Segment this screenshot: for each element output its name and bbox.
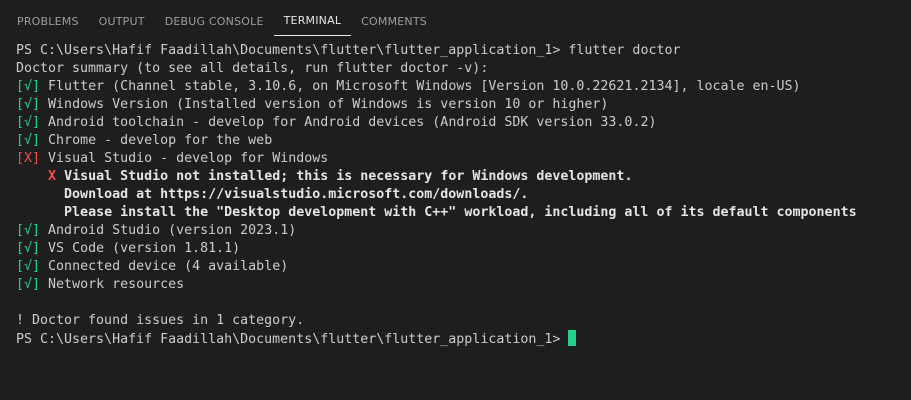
vs-error-line-1: X Visual Studio not installed; this is n… <box>16 168 911 186</box>
check-mark: [√] <box>16 133 41 148</box>
panel-tab-bar: PROBLEMS OUTPUT DEBUG CONSOLE TERMINAL C… <box>0 6 437 36</box>
check-mark: [√] <box>16 259 41 274</box>
check-text: Android toolchain - develop for Android … <box>48 115 657 130</box>
check-chrome: [√] Chrome - develop for the web <box>16 132 911 150</box>
check-mark: [√] <box>16 115 41 130</box>
check-windows-version: [√] Windows Version (Installed version o… <box>16 96 911 114</box>
vs-error-line-2: Download at https://visualstudio.microso… <box>16 186 911 204</box>
vs-error-line-3: Please install the "Desktop development … <box>16 204 911 222</box>
vs-error-text-3: Please install the "Desktop development … <box>64 205 857 220</box>
final-prompt-line: PS C:\Users\Hafif Faadillah\Documents\fl… <box>16 330 911 348</box>
terminal-cursor <box>568 330 577 346</box>
check-android-studio: [√] Android Studio (version 2023.1) <box>16 222 911 240</box>
tab-problems[interactable]: PROBLEMS <box>0 6 89 36</box>
check-mark: [√] <box>16 79 41 94</box>
check-mark: [√] <box>16 223 41 238</box>
check-flutter: [√] Flutter (Channel stable, 3.10.6, on … <box>16 78 911 96</box>
prompt-text: PS C:\Users\Hafif Faadillah\Documents\fl… <box>16 332 561 347</box>
check-text: Windows Version (Installed version of Wi… <box>48 97 609 112</box>
check-text: Network resources <box>48 277 185 292</box>
check-text: Visual Studio - develop for Windows <box>48 151 329 166</box>
check-mark: [√] <box>16 241 41 256</box>
vs-error-text-1: Visual Studio not installed; this is nec… <box>64 169 633 184</box>
command-line: PS C:\Users\Hafif Faadillah\Documents\fl… <box>16 42 911 60</box>
check-visual-studio: [X] Visual Studio - develop for Windows <box>16 150 911 168</box>
check-network-resources: [√] Network resources <box>16 276 911 294</box>
issues-line: ! Doctor found issues in 1 category. <box>16 313 305 328</box>
check-connected-device: [√] Connected device (4 available) <box>16 258 911 276</box>
summary-line: Doctor summary (to see all details, run … <box>16 61 489 76</box>
check-mark: [√] <box>16 277 41 292</box>
tab-comments[interactable]: COMMENTS <box>351 6 437 36</box>
check-vs-code: [√] VS Code (version 1.81.1) <box>16 240 911 258</box>
tab-debug-console[interactable]: DEBUG CONSOLE <box>155 6 274 36</box>
tab-terminal[interactable]: TERMINAL <box>273 6 352 36</box>
command-text: flutter doctor <box>568 43 681 58</box>
tab-output[interactable]: OUTPUT <box>89 6 155 36</box>
check-text: Flutter (Channel stable, 3.10.6, on Micr… <box>48 79 801 94</box>
check-text: Connected device (4 available) <box>48 259 289 274</box>
error-mark: [X] <box>16 151 41 166</box>
check-mark: [√] <box>16 97 41 112</box>
check-text: Android Studio (version 2023.1) <box>48 223 297 238</box>
vs-error-text-2: Download at https://visualstudio.microso… <box>64 187 529 202</box>
check-android-toolchain: [√] Android toolchain - develop for Andr… <box>16 114 911 132</box>
terminal-panel: PROBLEMS OUTPUT DEBUG CONSOLE TERMINAL C… <box>0 0 911 400</box>
check-text: VS Code (version 1.81.1) <box>48 241 241 256</box>
error-x-icon: X <box>48 169 57 184</box>
check-text: Chrome - develop for the web <box>48 133 273 148</box>
terminal-output[interactable]: PS C:\Users\Hafif Faadillah\Documents\fl… <box>16 42 911 348</box>
prompt-text: PS C:\Users\Hafif Faadillah\Documents\fl… <box>16 43 561 58</box>
